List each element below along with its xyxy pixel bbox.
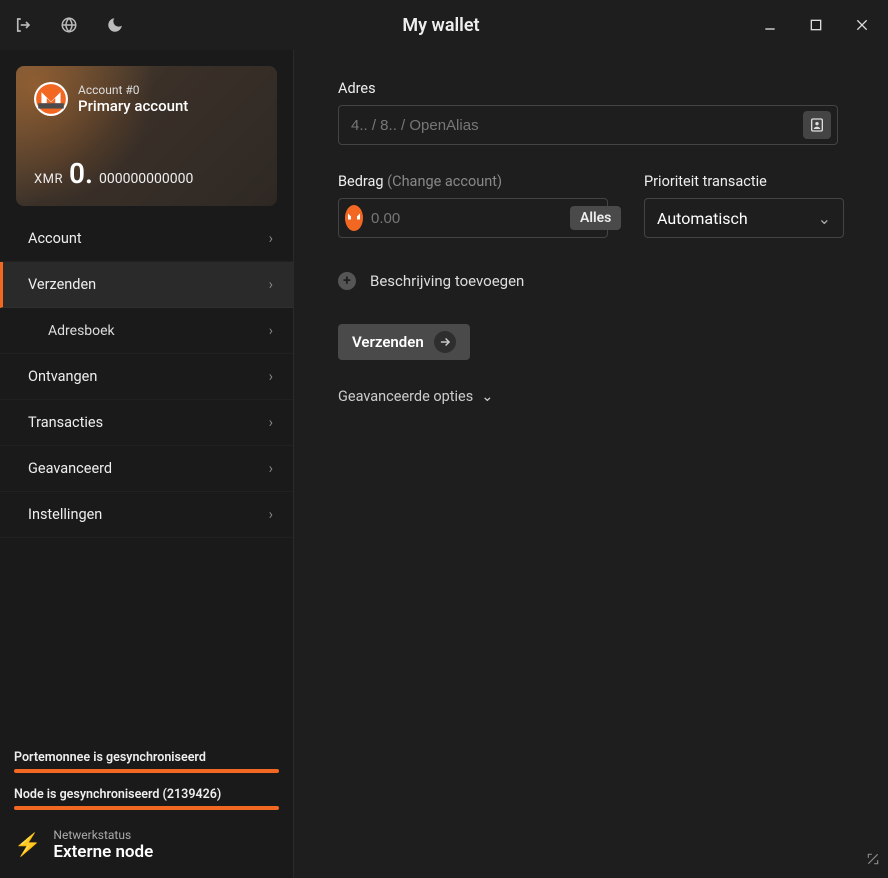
nav-label: Adresboek	[48, 323, 115, 339]
network-mode: Externe node	[53, 842, 153, 862]
send-button[interactable]: Verzenden	[338, 324, 470, 360]
moon-icon[interactable]	[104, 14, 126, 36]
chevron-right-icon: ›	[269, 506, 273, 523]
maximize-button[interactable]	[802, 11, 830, 39]
network-status-label: Netwerkstatus	[53, 828, 153, 842]
address-book-icon	[809, 117, 825, 133]
advanced-options-label: Geavanceerde opties	[338, 388, 473, 405]
nav-item-receive[interactable]: Ontvangen ›	[0, 354, 293, 400]
bolt-icon: ⚡	[14, 833, 41, 858]
arrow-right-circle-icon	[434, 331, 456, 353]
nav-label: Account	[28, 230, 82, 247]
network-status[interactable]: ⚡ Netwerkstatus Externe node	[14, 828, 279, 862]
sidebar: Account #0 Primary account XMR 0. 0000000…	[0, 50, 294, 878]
node-sync-progress	[14, 806, 279, 810]
amount-label-text: Bedrag	[338, 173, 384, 190]
balance-currency: XMR	[34, 172, 63, 187]
address-label: Adres	[338, 80, 844, 97]
resize-handle-icon[interactable]	[866, 851, 880, 870]
nav-label: Verzenden	[28, 276, 96, 293]
window-title: My wallet	[126, 15, 756, 36]
chevron-right-icon: ›	[269, 368, 273, 385]
account-number: Account #0	[78, 83, 188, 97]
nav-item-transactions[interactable]: Transacties ›	[0, 400, 293, 446]
chevron-down-icon: ⌄	[818, 209, 831, 228]
nav-item-send[interactable]: Verzenden ›	[0, 262, 293, 308]
account-balance: XMR 0. 000000000000	[34, 157, 193, 190]
balance-integer: 0.	[69, 157, 93, 190]
address-input[interactable]	[351, 117, 803, 134]
plus-circle-icon: +	[338, 272, 356, 290]
amount-hint[interactable]: (Change account)	[387, 173, 502, 190]
priority-label: Prioriteit transactie	[644, 173, 844, 190]
amount-label: Bedrag (Change account)	[338, 173, 608, 190]
chevron-right-icon: ›	[269, 323, 273, 339]
node-sync-label: Node is gesynchroniseerd (2139426)	[14, 787, 279, 802]
amount-input-wrap: Alles	[338, 198, 608, 238]
nav-item-addressbook[interactable]: Adresboek ›	[0, 308, 293, 354]
account-card[interactable]: Account #0 Primary account XMR 0. 0000000…	[16, 66, 277, 206]
nav-list: Account › Verzenden › Adresboek › Ontvan…	[0, 216, 293, 538]
nav-label: Ontvangen	[28, 368, 97, 385]
advanced-options-toggle[interactable]: Geavanceerde opties ⌄	[338, 388, 844, 405]
add-description-label: Beschrijving toevoegen	[370, 272, 524, 290]
close-button[interactable]	[848, 11, 876, 39]
priority-select[interactable]: Automatisch ⌄	[644, 198, 844, 238]
xmr-coin-icon	[345, 205, 363, 231]
chevron-right-icon: ›	[269, 276, 273, 293]
account-name: Primary account	[78, 97, 188, 115]
chevron-right-icon: ›	[269, 460, 273, 477]
nav-label: Transacties	[28, 414, 103, 431]
nav-label: Geavanceerd	[28, 460, 112, 477]
wallet-sync-progress	[14, 769, 279, 773]
chevron-right-icon: ›	[269, 414, 273, 431]
send-panel: Adres Bedrag (Change account)	[294, 50, 888, 878]
wallet-sync-label: Portemonnee is gesynchroniseerd	[14, 750, 279, 765]
chevron-down-icon: ⌄	[481, 388, 493, 405]
nav-label: Instellingen	[28, 506, 102, 523]
node-sync-status: Node is gesynchroniseerd (2139426)	[14, 787, 279, 810]
balance-fraction: 000000000000	[99, 171, 193, 187]
amount-all-button[interactable]: Alles	[570, 206, 621, 230]
titlebar: My wallet	[0, 0, 888, 50]
address-book-button[interactable]	[803, 111, 831, 139]
nav-item-advanced[interactable]: Geavanceerd ›	[0, 446, 293, 492]
logout-icon[interactable]	[12, 14, 34, 36]
priority-value: Automatisch	[657, 209, 748, 228]
globe-icon[interactable]	[58, 14, 80, 36]
nav-item-account[interactable]: Account ›	[0, 216, 293, 262]
monero-logo-icon	[34, 82, 68, 116]
nav-item-settings[interactable]: Instellingen ›	[0, 492, 293, 538]
address-input-wrap	[338, 105, 838, 145]
chevron-right-icon: ›	[269, 230, 273, 247]
add-description-button[interactable]: + Beschrijving toevoegen	[338, 272, 844, 290]
minimize-button[interactable]	[756, 11, 784, 39]
wallet-sync-status: Portemonnee is gesynchroniseerd	[14, 750, 279, 773]
amount-input[interactable]	[371, 210, 570, 227]
send-button-label: Verzenden	[352, 333, 424, 351]
